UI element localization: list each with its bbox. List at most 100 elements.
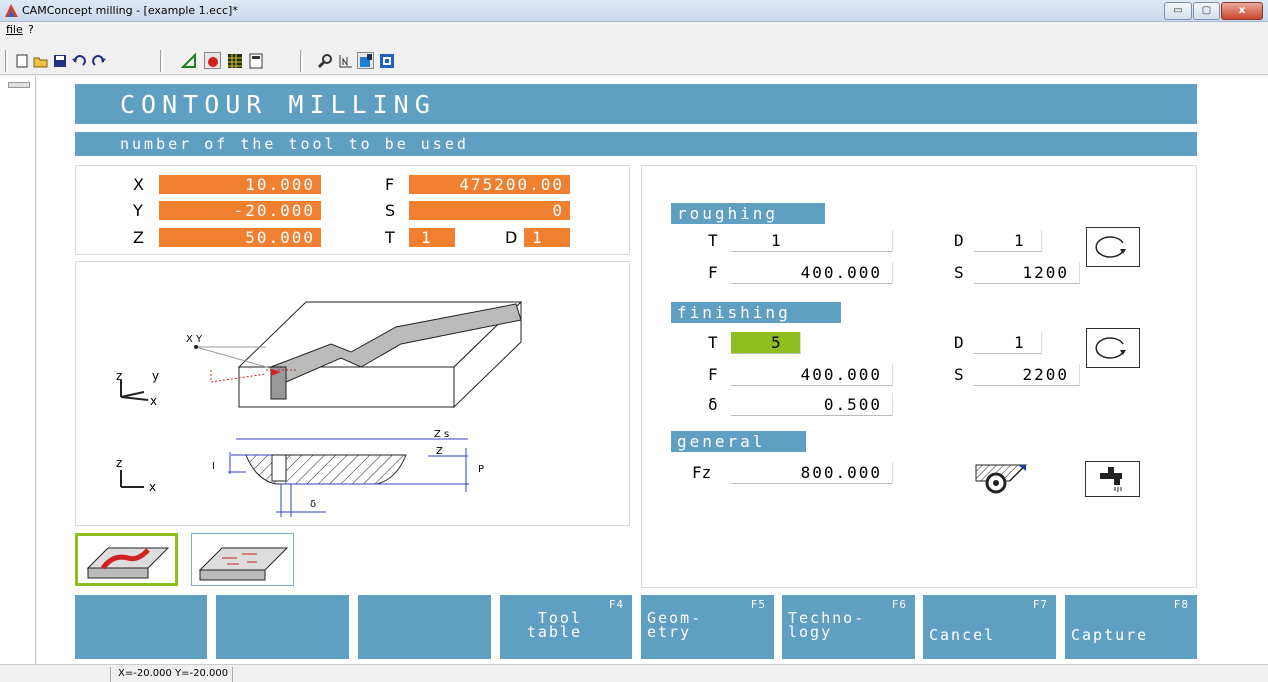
- capture-button[interactable]: F8 Capture: [1065, 595, 1197, 659]
- roughing-d-field[interactable]: 1: [974, 230, 1042, 252]
- rotation-icon: [1095, 236, 1126, 258]
- finishing-f-label: F: [708, 365, 718, 384]
- y-value: -20.000: [159, 201, 321, 220]
- redo-icon[interactable]: [90, 52, 107, 69]
- tool-table-label: Tool table: [526, 609, 582, 641]
- fkey-3[interactable]: [358, 595, 491, 659]
- finishing-t-label: T: [708, 333, 718, 352]
- fkey-f4-number: F4: [608, 598, 624, 611]
- axis-x-label: x: [150, 394, 157, 408]
- menu-file[interactable]: file: [6, 23, 23, 36]
- x-value: 10.000: [159, 175, 321, 194]
- p-label: P: [478, 464, 484, 475]
- s-value: 0: [409, 201, 570, 220]
- calculator-icon[interactable]: [247, 52, 264, 69]
- roughing-d-label: D: [954, 231, 964, 250]
- d-label: D: [505, 228, 518, 247]
- status-divider: [110, 667, 111, 682]
- measure-icon[interactable]: [337, 52, 354, 69]
- z-value: 50.000: [159, 228, 321, 247]
- z-label: Z: [436, 446, 443, 457]
- cancel-label: Cancel: [929, 626, 996, 644]
- grid-icon[interactable]: [226, 52, 243, 69]
- splitter-handle[interactable]: [8, 82, 30, 88]
- finishing-d-field[interactable]: 1: [974, 332, 1042, 354]
- close-button[interactable]: x: [1221, 2, 1263, 20]
- status-bar: X=-20.000 Y=-20.000: [0, 664, 1268, 682]
- capture-label: Capture: [1071, 626, 1149, 644]
- coolant-button[interactable]: [1085, 461, 1140, 497]
- app-icon: [5, 4, 18, 17]
- mode-pocket-button[interactable]: [191, 533, 294, 586]
- axis-z-label: z: [116, 369, 122, 383]
- technology-panel: roughing T 1 D 1 F 400.000 S 1200 finish…: [641, 165, 1197, 588]
- geometry-label: Geom- etry: [647, 609, 703, 641]
- finishing-heading: finishing: [671, 302, 841, 323]
- fkey-2[interactable]: [216, 595, 349, 659]
- rotation-icon: [1095, 337, 1126, 359]
- contour-mode-icon: [86, 547, 170, 579]
- minimize-button[interactable]: ▭: [1164, 2, 1192, 20]
- axis-y-label: y: [152, 369, 159, 383]
- zoom-icon[interactable]: [316, 52, 333, 69]
- roughing-rotation-button[interactable]: [1086, 227, 1140, 267]
- finishing-t-field[interactable]: 5: [731, 332, 801, 354]
- save-icon[interactable]: [51, 52, 68, 69]
- roughing-t-label: T: [708, 231, 718, 250]
- fkey-1[interactable]: [75, 595, 207, 659]
- toolbar-separator: [300, 50, 303, 72]
- toolbar-separator: [160, 50, 163, 72]
- fkey-f7-number: F7: [1032, 598, 1048, 611]
- roughing-heading: roughing: [671, 203, 825, 224]
- open-icon[interactable]: [32, 52, 49, 69]
- new-icon[interactable]: [13, 52, 30, 69]
- delta-label: δ: [310, 499, 316, 510]
- geometry-button[interactable]: F5 Geom- etry: [641, 595, 774, 659]
- finishing-s-label: S: [954, 365, 964, 384]
- finishing-f-field[interactable]: 400.000: [731, 364, 893, 386]
- axis2-z-label: z: [116, 456, 122, 470]
- menu-help[interactable]: ?: [28, 23, 34, 36]
- undo-icon[interactable]: [70, 52, 87, 69]
- z-label: Z: [133, 228, 144, 247]
- s-label: S: [385, 201, 396, 220]
- toolbar: [0, 39, 1268, 75]
- x-label: X: [133, 175, 144, 194]
- fkey-f5-number: F5: [750, 598, 766, 611]
- finishing-delta-field[interactable]: 0.500: [731, 394, 893, 416]
- cut-icon[interactable]: [204, 52, 221, 69]
- left-gutter: [0, 76, 36, 664]
- roughing-t-field[interactable]: 1: [731, 230, 893, 252]
- illustration-panel: X Y z y x Z s Z I P δ z x: [75, 261, 630, 526]
- t-label: T: [385, 228, 395, 247]
- coolant-tap-icon: [1099, 467, 1122, 492]
- tool-table-button[interactable]: F4 Tool table: [500, 595, 632, 659]
- f-label: F: [385, 175, 395, 194]
- title-bar: CAMConcept milling - [example 1.ecc]* ▭ …: [0, 0, 1268, 22]
- t-value: 1: [409, 228, 455, 247]
- window-title: CAMConcept milling - [example 1.ecc]*: [22, 4, 238, 17]
- roughing-s-label: S: [954, 263, 964, 282]
- roughing-s-field[interactable]: 1200: [974, 262, 1080, 284]
- finishing-d-label: D: [954, 333, 964, 352]
- mode-contour-button[interactable]: [75, 533, 178, 586]
- maximize-button[interactable]: ▢: [1193, 2, 1220, 20]
- finishing-s-field[interactable]: 2200: [974, 364, 1080, 386]
- roughing-f-field[interactable]: 400.000: [731, 262, 893, 284]
- general-fz-label: Fz: [692, 463, 712, 482]
- menu-bar: file ?: [0, 22, 1268, 39]
- window-icon[interactable]: [378, 52, 395, 69]
- ruler-icon[interactable]: [180, 52, 197, 69]
- tool-icon[interactable]: [357, 52, 374, 69]
- y-label: Y: [133, 201, 143, 220]
- fkey-f6-number: F6: [891, 598, 907, 611]
- finishing-rotation-button[interactable]: [1086, 328, 1140, 368]
- technology-button[interactable]: F6 Techno- logy: [782, 595, 915, 659]
- cancel-button[interactable]: F7 Cancel: [923, 595, 1056, 659]
- toolbar-separator: [5, 50, 8, 72]
- material-settings-button[interactable]: [972, 459, 1030, 499]
- cursor-coordinates: X=-20.000 Y=-20.000: [118, 668, 229, 679]
- general-fz-field[interactable]: 800.000: [731, 462, 893, 484]
- finishing-delta-label: δ: [708, 395, 718, 414]
- technology-label: Techno- logy: [788, 609, 866, 641]
